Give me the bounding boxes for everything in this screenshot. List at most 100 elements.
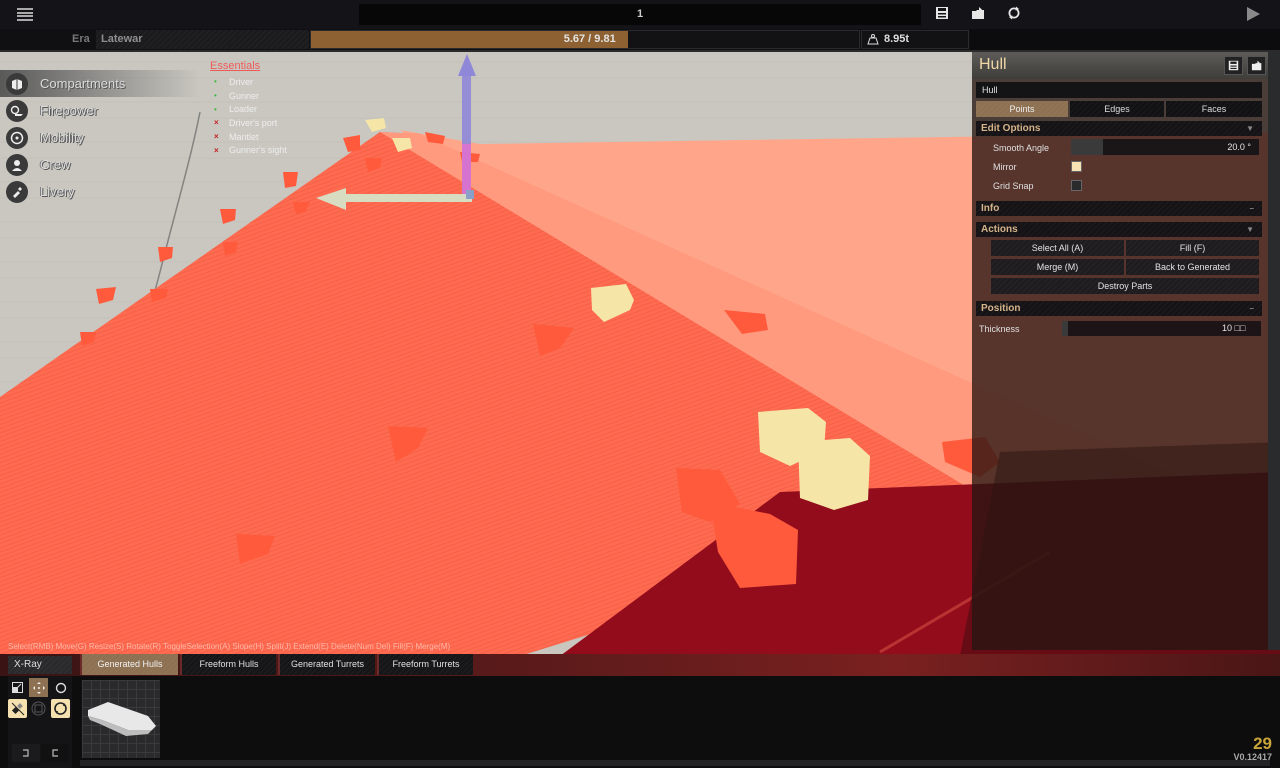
move-icon [32,681,45,694]
smooth-angle-slider[interactable]: 20.0 ° [1071,139,1259,155]
smooth-angle-fill [1071,139,1103,155]
cube-view-button[interactable] [29,699,48,718]
crew-icon [6,153,28,176]
nav-label: Firepower [40,103,98,118]
essentials-item-label: Gunner [229,90,260,101]
nav-item-mobility[interactable]: Mobility [0,124,200,151]
nav-label: Compartments [40,76,126,91]
thickness-slider[interactable] [1062,321,1218,336]
load-button[interactable] [971,6,987,22]
menu-button[interactable] [17,8,33,21]
undo-button[interactable] [12,744,40,762]
mirror-label: Mirror [993,162,1017,172]
section-title: Actions [981,224,1018,235]
nav-item-livery[interactable]: Livery [0,178,200,205]
rotation-gizmo-button[interactable] [51,699,70,718]
save-button[interactable] [935,6,951,22]
grid-snap-checkbox[interactable] [1071,180,1082,191]
mobility-icon [6,126,28,149]
tab-freeform-turrets[interactable]: Freeform Turrets [377,654,473,675]
thickness-label: Thickness [979,324,1020,334]
essentials-list: • Driver • Gunner • Loader × Driver's port × Mant… [210,75,287,157]
save-icon [936,7,948,19]
essentials-item-label: Mantlet [229,131,259,142]
essentials-item: • Loader [210,102,287,116]
nav-item-firepower[interactable]: Firepower [0,97,200,124]
section-position[interactable]: Position – [976,301,1262,316]
gizmo-x-axis[interactable] [340,194,472,202]
essentials-item: × Mantlet [210,130,287,144]
panel-save-button[interactable] [1224,56,1243,75]
play-icon[interactable] [1247,7,1260,21]
fill-button[interactable]: Fill (F) [1126,240,1259,256]
panel-load-button[interactable] [1247,56,1266,75]
menu-icon [17,8,33,10]
section-title: Edit Options [981,123,1041,134]
cube-icon [31,701,46,716]
back-to-generated-button[interactable]: Back to Generated [1126,259,1259,275]
select-all-button[interactable]: Select All (A) [991,240,1124,256]
essentials-item-label: Driver's port [229,117,278,128]
section-actions[interactable]: Actions ▼ [976,222,1262,237]
grid-snap-label: Grid Snap [993,181,1034,191]
section-edit-options[interactable]: Edit Options ▼ [976,121,1262,136]
library-scrollbar[interactable] [80,760,1270,766]
era-dropdown[interactable]: Latewar [96,30,309,49]
hull-preview-icon [88,702,156,736]
nav-label: Livery [40,184,75,199]
mode-tab-edges[interactable]: Edges [1070,101,1164,117]
smooth-angle-label: Smooth Angle [993,143,1050,153]
section-info[interactable]: Info – [976,201,1262,216]
top-bar: 1 [0,0,1280,29]
mode-tab-faces[interactable]: Faces [1166,101,1262,117]
mirror-checkbox[interactable] [1071,161,1082,172]
redo-icon [52,749,58,757]
merge-button[interactable]: Merge (M) [991,259,1124,275]
move-tool-button[interactable] [29,678,48,697]
refresh-button[interactable] [1007,6,1023,22]
part-name-field[interactable]: Hull [976,82,1262,98]
points-text: 5.67 / 9.81 [563,33,616,45]
nav-item-crew[interactable]: Crew [0,151,200,178]
save-icon [1228,60,1239,71]
rotate-tool-button[interactable] [51,678,70,697]
stats-bar: Era Latewar 5.67 / 9.81 8.95t [0,29,970,50]
gizmo-center[interactable] [466,190,474,199]
weight-readout: 8.95t [861,30,969,49]
xray-toggle-button[interactable]: X-Ray [8,656,72,674]
collapse-icon: – [1249,304,1254,313]
collapse-arrow-icon: ▼ [1246,225,1254,234]
nav-item-compartments[interactable]: Compartments [0,70,200,97]
firepower-icon [6,99,28,122]
scale-icon [12,682,23,693]
tab-generated-hulls[interactable]: Generated Hulls [80,654,178,675]
symmetry-tool-button[interactable] [8,699,27,718]
essentials-item: × Driver's port [210,116,287,130]
category-nav: Compartments Firepower Mobility Crew Liv… [0,70,200,205]
section-title: Position [981,303,1021,314]
scale-tool-button[interactable] [8,678,27,697]
thickness-value-field[interactable]: 10 □□ [1218,321,1261,336]
redo-button[interactable] [41,744,69,762]
tab-generated-turrets[interactable]: Generated Turrets [278,654,375,675]
tab-freeform-hulls[interactable]: Freeform Hulls [180,654,276,675]
weight-value: 8.95t [884,33,910,45]
smooth-angle-value: 20.0 ° [1227,142,1251,152]
hull-thumbnail[interactable] [82,680,160,758]
essentials-item-label: Driver [229,76,253,87]
essentials-item: • Driver [210,75,287,89]
check-ok-icon: • [214,77,217,87]
essentials-item: • Gunner [210,89,287,103]
design-name-field[interactable]: 1 [359,4,921,25]
destroy-parts-button[interactable]: Destroy Parts [991,278,1259,294]
panel-title: Hull [979,56,1007,73]
essentials-item-label: Loader [229,104,258,115]
panel-scrollbar[interactable] [1268,52,1280,650]
mode-tab-points[interactable]: Points [976,101,1068,117]
hull-editor-panel: Hull Hull Points Edges Faces Edit Option… [972,52,1268,650]
points-progress-bar: 5.67 / 9.81 [310,30,860,49]
check-ok-icon: • [214,104,217,114]
era-label: Era [72,33,90,45]
essentials-checklist: Essentials • Driver • Gunner • Loader × Driver'… [210,60,287,157]
compartments-icon [6,72,28,95]
